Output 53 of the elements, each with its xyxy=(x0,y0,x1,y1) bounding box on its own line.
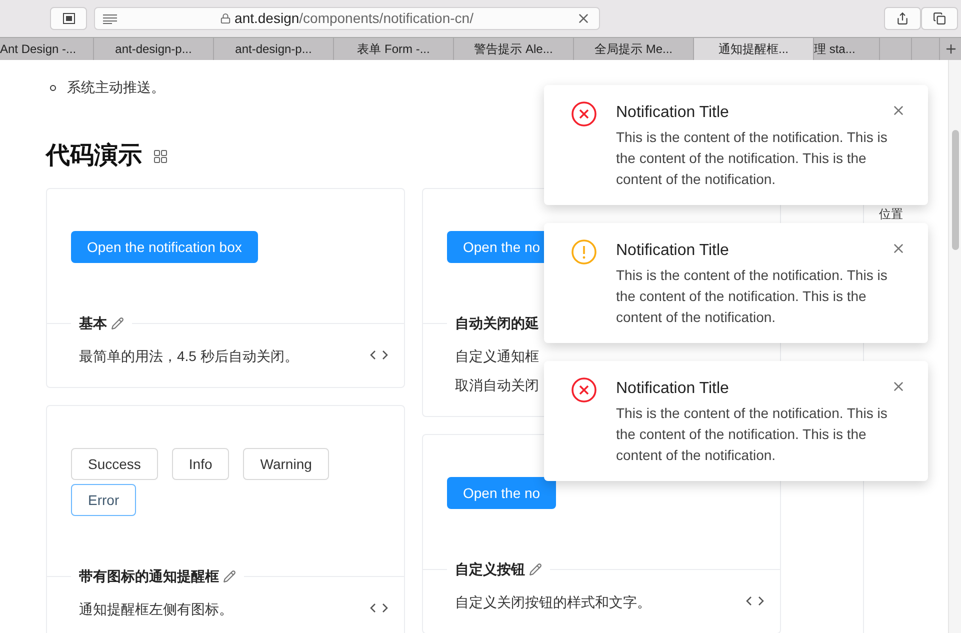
demo-description: 通知提醒框左侧有图标。 xyxy=(79,600,233,619)
anchor-link[interactable]: 位置 xyxy=(879,207,903,221)
demo-description: 自定义关闭按钮的样式和文字。 xyxy=(455,593,651,612)
demo-description: 自定义通知框 xyxy=(455,347,539,366)
close-icon[interactable] xyxy=(891,241,906,256)
close-icon[interactable] xyxy=(891,379,906,394)
demo-title: 带有图标的通知提醒框 xyxy=(79,567,219,586)
error-icon xyxy=(571,377,597,403)
sidebar-icon xyxy=(62,13,74,24)
url-text: ant.design/components/notification-cn/ xyxy=(234,9,474,28)
type-button[interactable]: Warning xyxy=(243,448,329,480)
error-icon xyxy=(571,101,597,127)
share-icon xyxy=(896,12,909,25)
notification-title: Notification Title xyxy=(616,103,729,123)
close-icon[interactable] xyxy=(891,103,906,118)
type-button[interactable]: Info xyxy=(172,448,230,480)
section-heading: 代码演示 xyxy=(46,141,142,171)
reader-icon[interactable] xyxy=(103,14,117,24)
type-button[interactable]: Error xyxy=(71,484,136,516)
close-icon[interactable] xyxy=(576,11,591,26)
code-icon[interactable] xyxy=(746,596,764,606)
tabs-icon xyxy=(933,12,946,25)
lock-icon xyxy=(220,13,231,24)
list-bullet xyxy=(50,84,56,90)
edit-icon[interactable] xyxy=(529,563,542,576)
demo-description: 最简单的用法，4.5 秒后自动关闭。 xyxy=(79,347,298,366)
code-icon[interactable] xyxy=(370,350,388,360)
demo-title: 自定义按钮 xyxy=(455,560,525,579)
tabs-button[interactable] xyxy=(921,7,958,30)
demo-title: 基本 xyxy=(79,314,107,333)
scrollbar-thumb[interactable] xyxy=(952,130,958,250)
notification-title: Notification Title xyxy=(616,379,729,399)
notification-content: This is the content of the notification. This is the content of the notification. This is the content of the notification. xyxy=(616,404,888,465)
type-button[interactable]: Success xyxy=(71,448,158,480)
address-bar[interactable]: ant.design/components/notification-cn/ xyxy=(94,7,600,30)
grid-icon[interactable] xyxy=(154,150,167,162)
plus-icon xyxy=(944,42,958,56)
list-item: 系统主动推送。 xyxy=(67,78,165,97)
browser-tab[interactable]: Ant Design -... xyxy=(0,38,94,60)
code-icon[interactable] xyxy=(370,603,388,613)
notification-title: Notification Title xyxy=(616,241,729,261)
notification-content: This is the content of the notification. This is the content of the notification. This is the content of the notification. xyxy=(616,266,888,327)
edit-icon[interactable] xyxy=(111,317,124,330)
warning-icon xyxy=(571,239,597,265)
scrollbar[interactable] xyxy=(948,60,961,633)
share-button[interactable] xyxy=(884,7,921,30)
browser-tab[interactable]: 通知提醒框... xyxy=(694,38,814,60)
demo-description: 取消自动关闭 xyxy=(455,376,539,395)
notification-content: This is the content of the notification. This is the content of the notification. This is the content of the notification. xyxy=(616,128,888,189)
sidebar-button[interactable] xyxy=(50,7,87,30)
browser-tab[interactable]: 理 sta... xyxy=(814,38,880,60)
demo-title: 自动关闭的延 xyxy=(455,314,539,333)
edit-icon[interactable] xyxy=(223,570,236,583)
